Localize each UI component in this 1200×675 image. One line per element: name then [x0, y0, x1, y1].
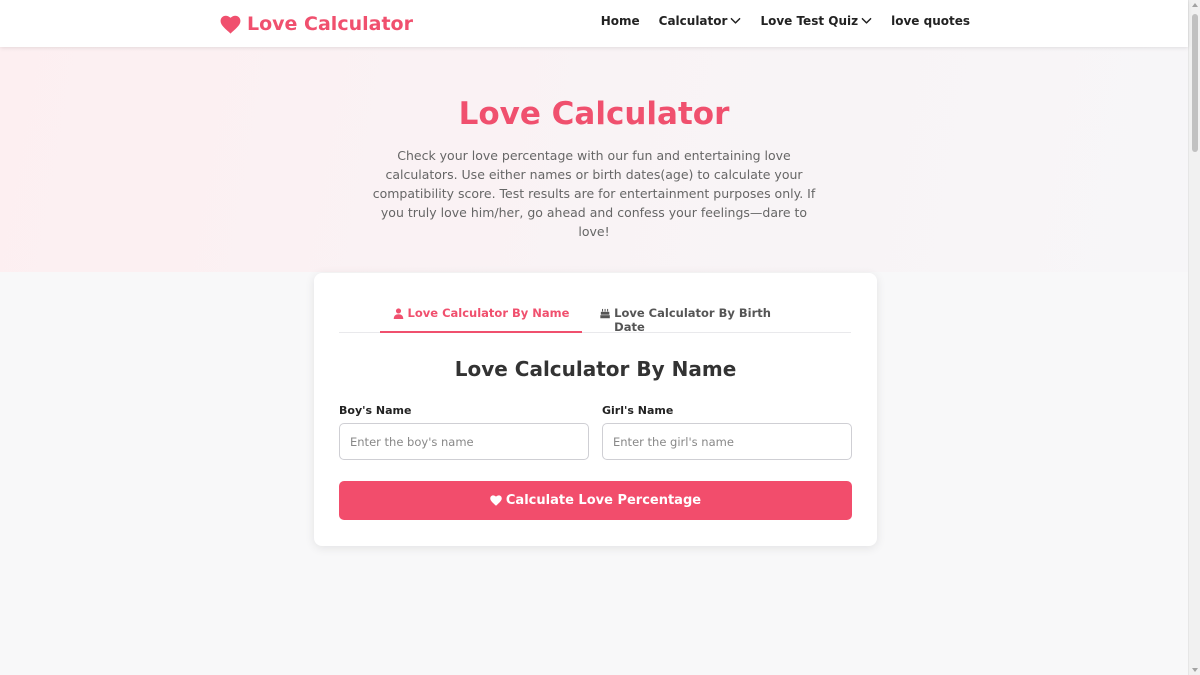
heart-icon: [220, 15, 241, 34]
calculate-love-button-label: Calculate Love Percentage: [505, 493, 702, 508]
nav-calculator[interactable]: Calculator: [659, 14, 742, 28]
nav-home[interactable]: Home: [601, 14, 640, 28]
page-title: Love Calculator: [458, 96, 730, 132]
boy-name-input[interactable]: [339, 423, 589, 460]
brand-name: Love Calculator: [247, 13, 413, 35]
girl-name-label: Girl's Name: [602, 404, 674, 417]
brand-logo-link[interactable]: Love Calculator: [220, 10, 413, 38]
scroll-up-arrow-icon[interactable]: [1192, 3, 1198, 7]
page-scrollbar[interactable]: [1188, 0, 1200, 675]
calculate-love-button[interactable]: Calculate Love Percentage: [339, 481, 852, 520]
nav-calculator-label: Calculator: [658, 14, 728, 28]
nav-love-quotes[interactable]: love quotes: [891, 14, 970, 28]
page: Love Calculator Home Calculator Love Tes…: [0, 0, 1200, 675]
user-icon: [393, 308, 403, 319]
birthday-cake-icon: [600, 308, 610, 319]
nav-home-label: Home: [600, 14, 640, 28]
calculator-title: Love Calculator By Name: [454, 357, 737, 381]
nav-love-quotes-label: love quotes: [891, 14, 970, 28]
nav-love-test-quiz[interactable]: Love Test Quiz: [760, 14, 872, 28]
scrollbar-thumb[interactable]: [1192, 14, 1198, 152]
nav-love-test-quiz-label: Love Test Quiz: [760, 14, 859, 28]
calculator-tabs: Love Calculator By Name Love Calculator …: [339, 273, 851, 334]
tab-by-name[interactable]: Love Calculator By Name: [380, 306, 582, 333]
tab-by-name-label: Love Calculator By Name: [407, 306, 570, 320]
calculator-card: Love Calculator By Name Love Calculator …: [314, 273, 877, 546]
site-header: Love Calculator Home Calculator Love Tes…: [0, 0, 1188, 47]
heart-icon: [490, 495, 502, 506]
boy-name-label: Boy's Name: [339, 404, 412, 417]
chevron-down-icon: [731, 17, 741, 24]
tab-by-birth-date[interactable]: Love Calculator By Birth Date: [600, 306, 791, 334]
chevron-down-icon: [861, 17, 872, 24]
main-nav: Home Calculator Love Test Quiz love quot…: [601, 14, 970, 28]
girl-name-input[interactable]: [602, 423, 852, 460]
hero-description: Check your love percentage with our fun …: [372, 148, 816, 239]
tab-by-birth-date-label: Love Calculator By Birth Date: [614, 306, 771, 334]
scroll-down-arrow-icon[interactable]: [1192, 668, 1198, 672]
